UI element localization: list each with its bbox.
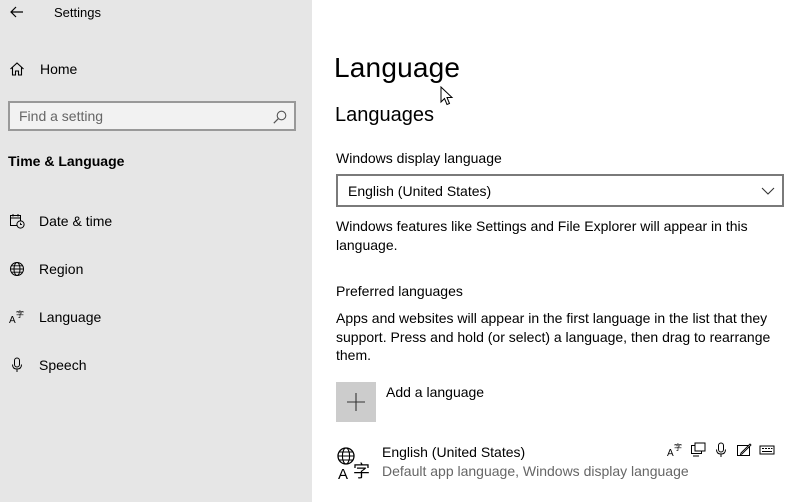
display-language-value: English (United States) (348, 183, 492, 199)
back-button[interactable] (6, 2, 28, 22)
display-language-dropdown[interactable]: English (United States) (336, 174, 784, 207)
language-list-item[interactable]: A 字 English (United States) Default app … (336, 440, 785, 485)
search-input[interactable] (19, 107, 259, 125)
language-icon: A 字 (8, 308, 26, 326)
back-arrow-icon (10, 6, 23, 18)
section-heading: Time & Language (8, 153, 125, 169)
preferred-languages-description: Apps and websites will appear in the fir… (336, 310, 771, 363)
sidebar-item-label: Language (39, 309, 102, 325)
handwriting-icon (735, 441, 753, 459)
svg-text:A: A (338, 466, 348, 480)
sidebar-item-region[interactable]: Region (0, 254, 312, 284)
svg-text:A: A (667, 448, 674, 458)
svg-text:A: A (9, 315, 16, 325)
sidebar-item-date-time[interactable]: Date & time (0, 206, 312, 236)
search-box[interactable] (8, 101, 296, 131)
sidebar-item-label: Date & time (39, 213, 113, 229)
sidebar-item-language[interactable]: A 字 Language (0, 302, 312, 332)
language-name: English (United States) (382, 444, 526, 460)
microphone-icon (8, 356, 26, 374)
display-language-label: Windows display language (336, 150, 502, 166)
title-bar: Settings (0, 0, 312, 26)
display-language-description: Windows features like Settings and File … (336, 218, 748, 253)
language-detail: Default app language, Windows display la… (382, 463, 689, 479)
language-pack-icon: A 字 (666, 441, 684, 459)
add-tile (336, 382, 376, 422)
add-language-button[interactable]: Add a language (336, 382, 636, 422)
speech-recognition-icon (712, 441, 730, 459)
preferred-languages-label: Preferred languages (336, 283, 463, 299)
globe-icon (8, 260, 26, 278)
sidebar: Settings Home Time & Language Date & tim… (0, 0, 312, 502)
home-label: Home (40, 61, 78, 77)
main-content: Language Languages Windows display langu… (312, 0, 785, 502)
home-link[interactable]: Home (0, 55, 312, 83)
svg-text:字: 字 (353, 462, 370, 480)
sidebar-item-label: Region (39, 261, 84, 277)
language-feature-icons: A 字 (666, 441, 776, 459)
language-glyph-icon: A 字 (337, 447, 370, 480)
chevron-down-icon (761, 187, 775, 195)
svg-text:字: 字 (674, 442, 682, 452)
plus-icon (347, 393, 365, 411)
home-icon (8, 60, 26, 78)
text-to-speech-icon (689, 441, 707, 459)
add-language-label: Add a language (386, 384, 485, 400)
sidebar-item-label: Speech (39, 357, 87, 373)
sidebar-item-speech[interactable]: Speech (0, 350, 312, 380)
search-icon[interactable] (272, 109, 288, 125)
window-title: Settings (54, 5, 101, 20)
mouse-cursor-icon (440, 86, 454, 106)
keyboard-icon (758, 441, 776, 459)
svg-text:字: 字 (16, 309, 24, 319)
calendar-clock-icon (8, 212, 26, 230)
page-title: Language (334, 52, 461, 83)
languages-heading: Languages (335, 104, 434, 126)
